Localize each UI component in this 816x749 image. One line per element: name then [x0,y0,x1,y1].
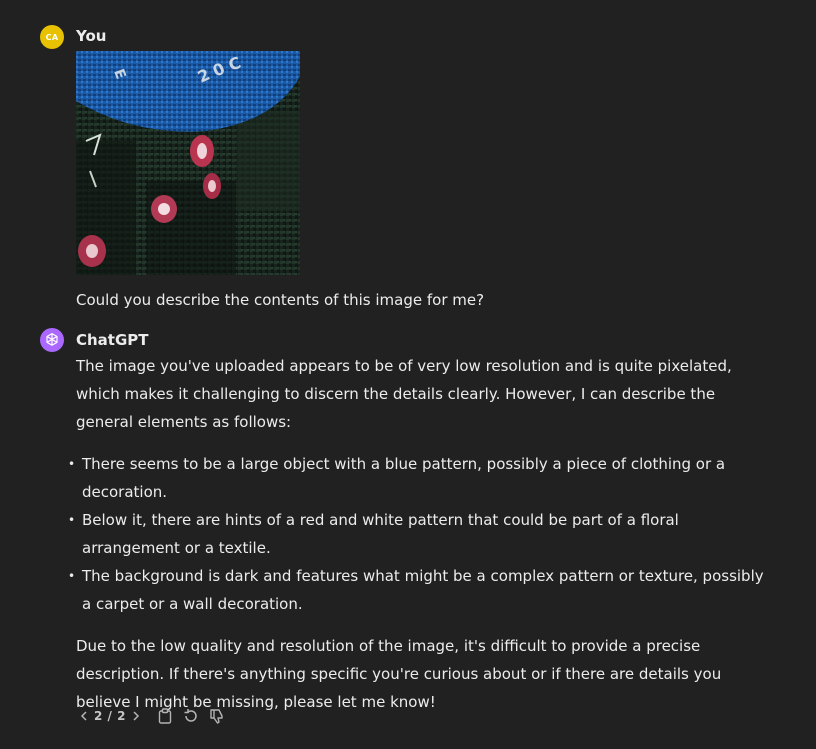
assistant-intro: The image you've uploaded appears to be … [76,357,732,431]
regenerate-icon [184,709,197,722]
thumbs-down-icon [210,709,223,724]
chatgpt-logo-icon [46,333,58,346]
message-actions: 2 / 2 [76,706,230,726]
bullet-icon: • [68,457,76,471]
next-response-button[interactable] [128,706,144,726]
assistant-author-name: ChatGPT [76,331,149,349]
uploaded-image[interactable]: 2 0 C E [76,51,300,275]
clipboard-icon [158,708,172,724]
dislike-button[interactable] [204,706,230,726]
assistant-message-body: The image you've uploaded appears to be … [68,352,776,716]
response-counter: 2 / 2 [94,709,126,723]
assistant-closing: Due to the low quality and resolution of… [76,637,722,711]
user-initials: CA [45,32,59,42]
regenerate-button[interactable] [178,706,204,726]
previous-response-button[interactable] [76,706,92,726]
assistant-bullet-list: • There seems to be a large object with a… [68,450,776,618]
chevron-right-icon [133,711,139,721]
user-author-name: You [76,27,107,45]
bullet-icon: • [68,513,76,527]
bullet-icon: • [68,569,76,583]
assistant-avatar [40,328,64,352]
list-item: • Below it, there are hints of a red and … [68,506,776,562]
uploaded-image-picture: 2 0 C E [76,51,300,275]
user-message-text: Could you describe the contents of this … [76,291,485,309]
list-item: • There seems to be a large object with a… [68,450,776,506]
chevron-left-icon [80,711,87,721]
list-item: • The background is dark and features wha… [68,562,776,618]
user-avatar: CA [40,25,64,49]
copy-button[interactable] [152,706,178,726]
